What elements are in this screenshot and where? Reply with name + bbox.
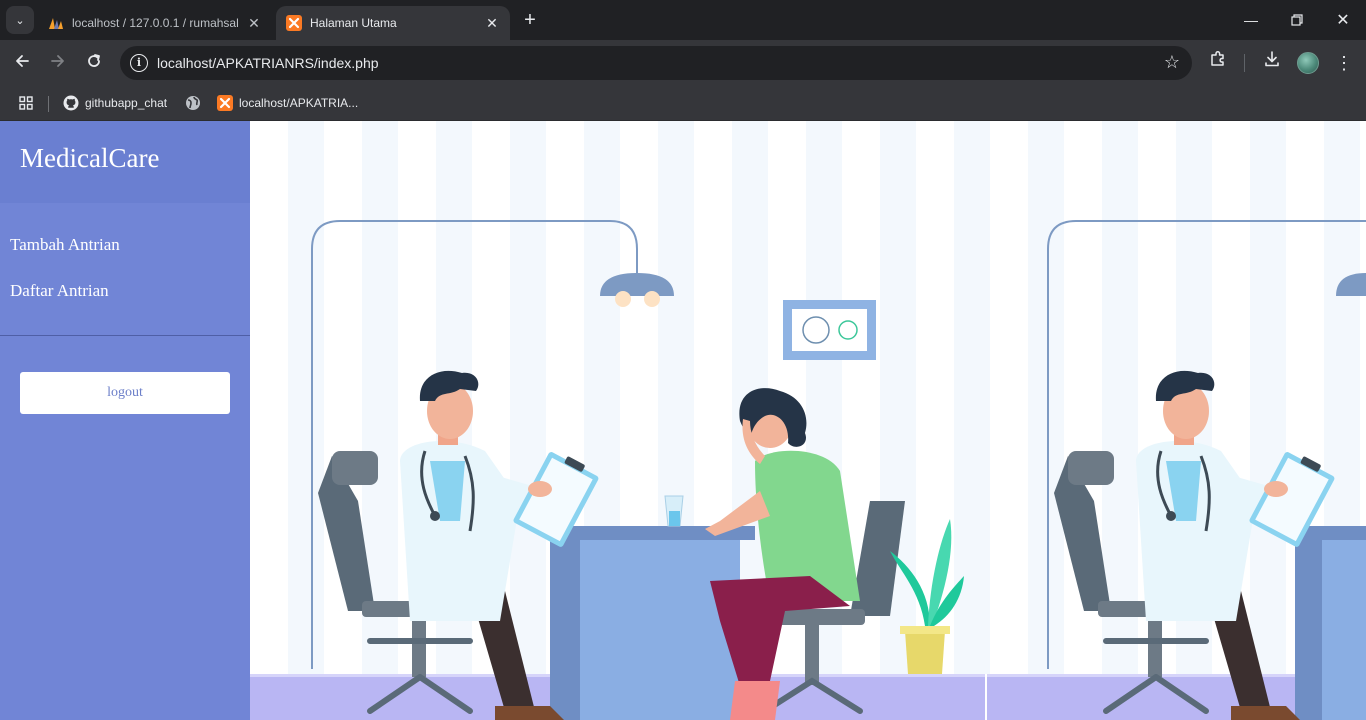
bookmark-star-icon[interactable]: ☆ [1164,52,1180,73]
forward-button[interactable] [45,50,71,76]
reload-button[interactable] [81,50,107,76]
tab-title: localhost / 127.0.0.1 / rumahsakit [72,16,238,30]
brand-title: MedicalCare [20,143,160,173]
address-bar[interactable]: i localhost/APKATRIANRS/index.php ☆ [120,46,1192,80]
menu-daftar-antrian[interactable]: Daftar Antrian [10,281,109,301]
minimize-button[interactable]: — [1228,0,1274,40]
tab-title: Halaman Utama [310,16,397,30]
arrow-right-icon [51,55,64,67]
apps-grid-icon [19,96,33,110]
doctor-patient-illustration [250,121,1366,720]
logout-button[interactable]: logout [20,372,230,414]
close-window-button[interactable]: ✕ [1320,0,1366,40]
tab-search-button[interactable]: ⌄ [6,6,34,34]
tab-phpmyadmin[interactable]: localhost / 127.0.0.1 / rumahsakit ✕ [38,6,272,40]
tab-strip: ⌄ localhost / 127.0.0.1 / rumahsakit ✕ H… [0,0,1366,40]
url-text[interactable]: localhost/APKATRIANRS/index.php [157,55,379,71]
globe-icon [186,96,200,110]
restore-icon [1291,14,1303,26]
toolbar-divider [1244,54,1245,72]
puzzle-icon [1211,50,1224,66]
bookmark-globe[interactable] [185,93,207,113]
browser-toolbar: i localhost/APKATRIANRS/index.php ☆ ⋮ [0,40,1366,86]
brand-header: MedicalCare [0,121,250,203]
bookmark-githubapp-chat[interactable]: githubapp_chat [63,93,167,113]
site-info-icon[interactable]: i [130,54,148,72]
download-icon [1265,51,1279,67]
url-path: /APKATRIANRS/index.php [212,55,379,71]
apps-button[interactable] [18,93,34,113]
bookmark-label: githubapp_chat [85,96,168,110]
chevron-down-icon: ⌄ [15,14,25,27]
extensions-button[interactable] [1205,50,1231,76]
github-icon [63,95,79,111]
sidebar: MedicalCare Tambah Antrian Daftar Antria… [0,121,250,720]
sidebar-divider [0,335,250,336]
url-host: localhost [157,55,213,71]
close-tab-icon[interactable]: ✕ [246,15,262,31]
bookmarks-bar: githubapp_chat localhost/APKATRIA... [0,86,1366,121]
profile-avatar[interactable] [1297,52,1319,74]
phpmyadmin-icon [49,18,63,29]
bookmark-label: localhost/APKATRIA... [239,96,359,110]
bookmark-localhost-apkatria[interactable]: localhost/APKATRIA... [217,93,358,113]
bookmarks-separator [48,96,49,112]
arrow-left-icon [16,55,29,67]
menu-button[interactable]: ⋮ [1331,50,1357,76]
restore-button[interactable] [1274,0,1320,40]
back-button[interactable] [9,50,35,76]
page-content: MedicalCare Tambah Antrian Daftar Antria… [0,121,1366,720]
downloads-button[interactable] [1259,50,1285,76]
hero-illustration [250,121,1366,720]
xampp-icon [286,15,302,31]
xampp-icon [217,95,233,111]
menu-tambah-antrian[interactable]: Tambah Antrian [10,235,120,255]
reload-icon [88,54,100,67]
new-tab-button[interactable]: + [518,9,542,33]
close-tab-icon[interactable]: ✕ [484,15,500,31]
tab-halaman-utama[interactable]: Halaman Utama ✕ [276,6,510,40]
kebab-menu-icon: ⋮ [1335,53,1353,73]
